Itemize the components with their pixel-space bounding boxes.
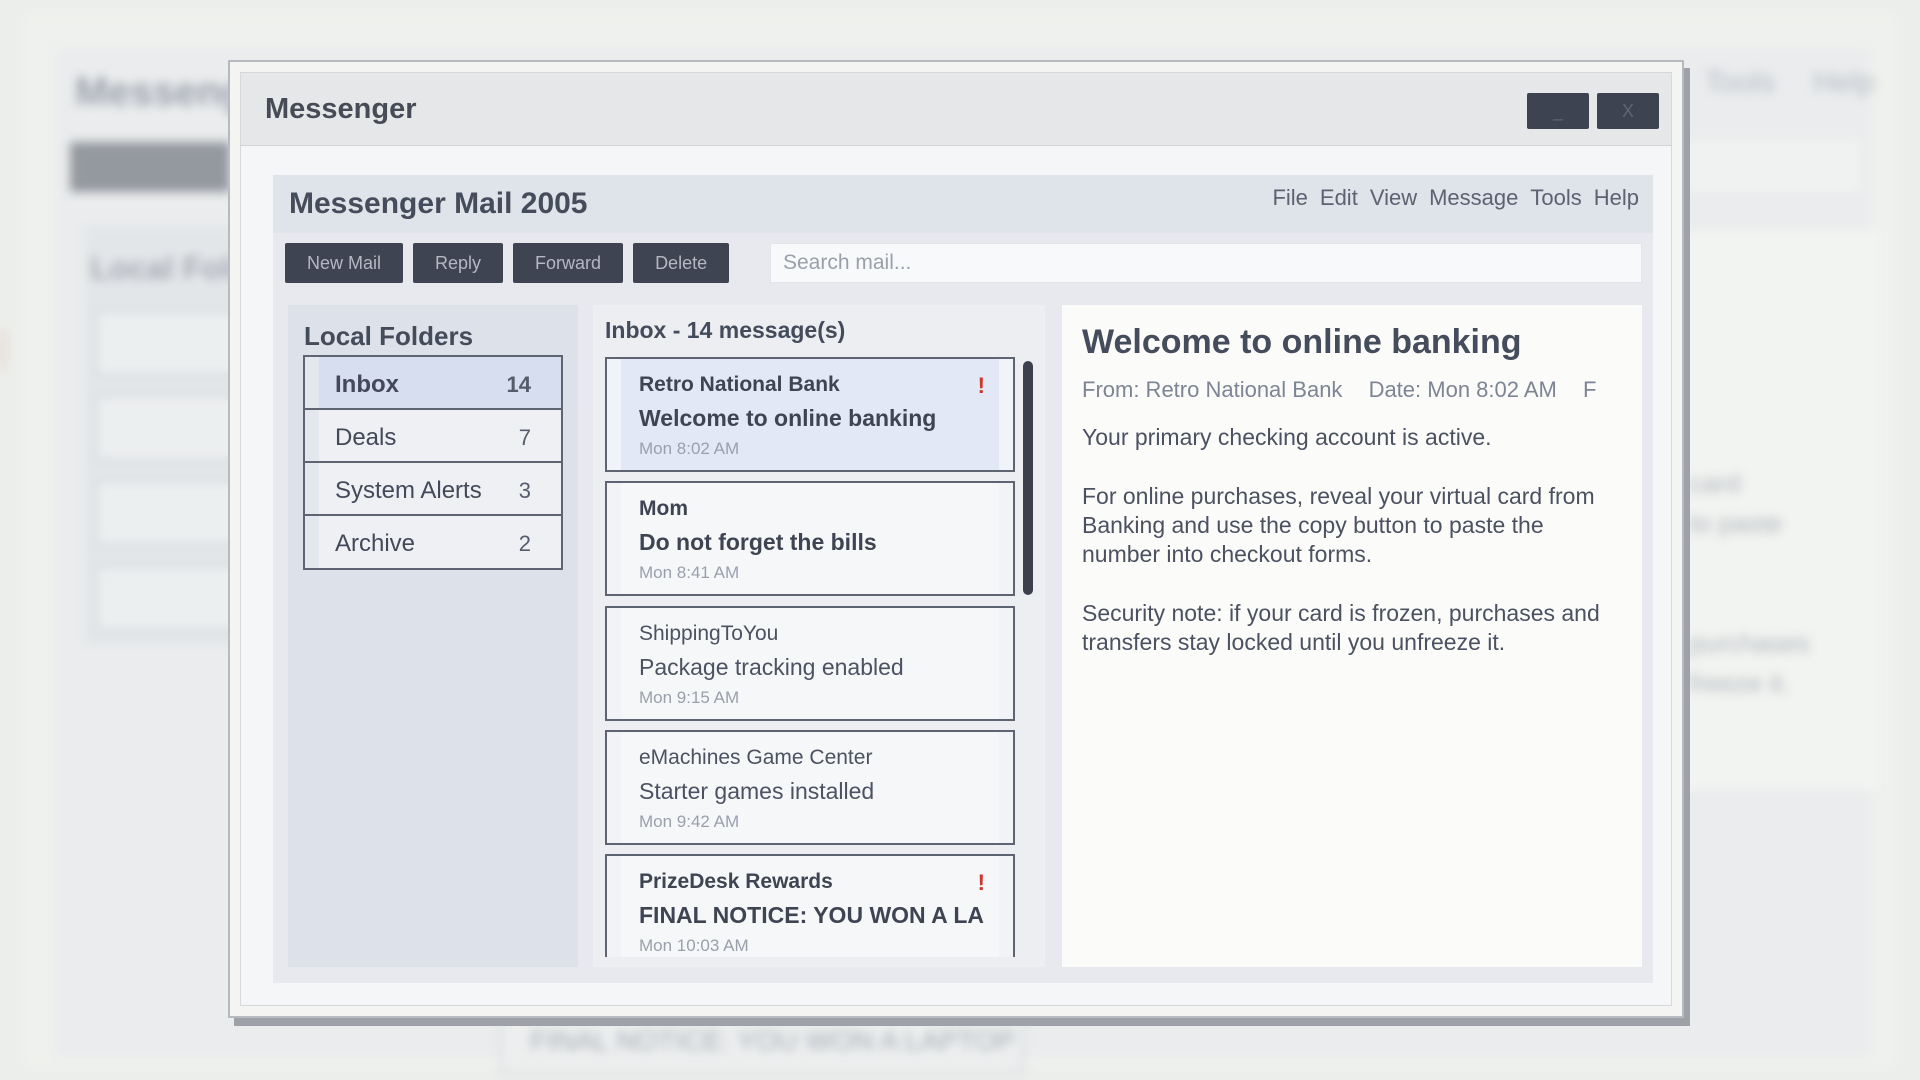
- title-bar[interactable]: Messenger _ X: [241, 73, 1671, 146]
- message-time: Mon 8:02 AM: [639, 439, 740, 458]
- window-body: Messenger _ X Messenger Mail 2005 File E…: [240, 72, 1672, 1006]
- message-stripe: [607, 608, 621, 719]
- message-stripe: [999, 483, 1013, 594]
- menu-edit[interactable]: Edit: [1320, 185, 1358, 211]
- folder-name: Inbox: [335, 371, 399, 398]
- message-subject: Welcome to online banking: [639, 405, 937, 431]
- message-time: Mon 8:41 AM: [639, 563, 740, 582]
- message-from: eMachines Game Center: [639, 746, 873, 769]
- message-list-pane: Inbox - 14 message(s) Retro National Ban…: [593, 305, 1045, 967]
- message-stripe: [999, 608, 1013, 719]
- background-message-subject: FINAL NOTICE: YOU WON A LAPTOP: [530, 1025, 1015, 1056]
- background-reading-line: to paste: [1690, 508, 1783, 538]
- message-item-prizedesk-rewards[interactable]: PrizeDesk Rewards ! FINAL NOTICE: YOU WO…: [605, 854, 1015, 957]
- message-from: PrizeDesk Rewards: [639, 870, 833, 893]
- message-from: Retro National Bank: [639, 373, 840, 396]
- message-subject: Package tracking enabled: [639, 654, 904, 680]
- reading-paragraph: Security note: if your card is frozen, p…: [1082, 600, 1600, 655]
- reading-date: Date: Mon 8:02 AM: [1368, 377, 1557, 402]
- menu-help[interactable]: Help: [1594, 185, 1639, 211]
- mail-app: Messenger Mail 2005 File Edit View Messa…: [273, 175, 1653, 983]
- menu-view[interactable]: View: [1370, 185, 1417, 211]
- message-stripe: [607, 483, 621, 594]
- background-reading-line: freeze it.: [1690, 668, 1790, 698]
- folder-archive[interactable]: Archive 2: [303, 514, 563, 570]
- app-header: Messenger Mail 2005 File Edit View Messa…: [273, 175, 1653, 233]
- message-subject: FINAL NOTICE: YOU WON A LAPTOP: [639, 902, 984, 928]
- message-time: Mon 9:42 AM: [639, 812, 740, 831]
- folder-system-alerts[interactable]: System Alerts 3: [303, 461, 563, 517]
- priority-flag-icon: !: [977, 373, 985, 398]
- folder-name: Archive: [335, 530, 416, 557]
- menu-message[interactable]: Message: [1429, 185, 1518, 211]
- message-item-retro-national-bank[interactable]: Retro National Bank ! Welcome to online …: [605, 357, 1015, 472]
- folder-stripe: [305, 410, 319, 462]
- folder-count: 2: [518, 531, 531, 556]
- message-list-scrollbar[interactable]: [1023, 361, 1033, 595]
- folder-stripe: [305, 463, 319, 515]
- folder-inbox[interactable]: Inbox 14: [303, 355, 563, 411]
- app-title: Messenger Mail 2005: [289, 187, 588, 220]
- folders-heading: Local Folders: [304, 321, 474, 351]
- background-reading-line: card: [1690, 468, 1741, 498]
- reading-pane: Welcome to online banking From: Retro Na…: [1062, 305, 1642, 967]
- background-toolbar: [70, 142, 230, 192]
- toolbar: New Mail Reply Forward Delete: [285, 243, 730, 283]
- background-reading-line: purchases: [1690, 628, 1810, 658]
- folder-count: 3: [518, 478, 531, 503]
- message-stripe: [999, 732, 1013, 843]
- menu-tools[interactable]: Tools: [1530, 185, 1581, 211]
- message-item-emachines-game-center[interactable]: eMachines Game Center Starter games inst…: [605, 730, 1015, 845]
- minimize-button[interactable]: _: [1527, 93, 1589, 129]
- folder-deals[interactable]: Deals 7: [303, 408, 563, 464]
- reading-meta-extra: F: [1583, 377, 1597, 402]
- folder-name: System Alerts: [335, 477, 482, 504]
- messenger-window: Messenger _ X Messenger Mail 2005 File E…: [228, 60, 1684, 1018]
- search-input[interactable]: [770, 243, 1642, 283]
- folder-count: 14: [506, 372, 531, 397]
- message-time: Mon 10:03 AM: [639, 936, 749, 955]
- window-title: Messenger: [265, 93, 417, 125]
- reading-paragraph: Your primary checking account is active.: [1082, 424, 1492, 450]
- message-stripe: [607, 856, 621, 957]
- folder-count: 7: [518, 425, 531, 450]
- folders-pane: Local Folders Inbox 14 Deals 7 System Al…: [288, 305, 578, 967]
- reply-button[interactable]: Reply: [413, 243, 504, 283]
- message-item-mom[interactable]: Mom Do not forget the bills Mon 8:41 AM: [605, 481, 1015, 596]
- menu-bar: File Edit View Message Tools Help: [1272, 185, 1639, 211]
- new-mail-button[interactable]: New Mail: [285, 243, 404, 283]
- message-time: Mon 9:15 AM: [639, 688, 740, 707]
- delete-button[interactable]: Delete: [633, 243, 730, 283]
- message-stripe: [999, 359, 1013, 470]
- folder-stripe: [305, 357, 319, 409]
- message-from: ShippingToYou: [639, 622, 779, 645]
- menu-file[interactable]: File: [1272, 185, 1307, 211]
- background-menu: Tools Help: [1705, 66, 1876, 99]
- message-stripe: [999, 856, 1013, 957]
- message-item-shippingtoyou[interactable]: ShippingToYou Package tracking enabled M…: [605, 606, 1015, 721]
- close-button[interactable]: X: [1597, 93, 1659, 129]
- message-stripe: [607, 732, 621, 843]
- reading-subject: Welcome to online banking: [1082, 323, 1522, 361]
- forward-button[interactable]: Forward: [513, 243, 624, 283]
- reading-meta: From: Retro National Bank Date: Mon 8:02…: [1082, 377, 1616, 403]
- reading-paragraph: For online purchases, reveal your virtua…: [1082, 483, 1595, 567]
- message-list-heading: Inbox - 14 message(s): [605, 317, 846, 343]
- message-stripe: [607, 359, 621, 470]
- reading-from: From: Retro National Bank: [1082, 377, 1343, 402]
- message-list: Retro National Bank ! Welcome to online …: [605, 357, 1015, 957]
- reading-body: Your primary checking account is active.…: [1082, 423, 1622, 687]
- priority-flag-icon: !: [977, 870, 985, 895]
- folder-name: Deals: [335, 424, 397, 451]
- message-subject: Starter games installed: [639, 778, 875, 804]
- message-from: Mom: [639, 497, 688, 520]
- background-accent-line: [0, 330, 6, 370]
- folder-stripe: [305, 516, 319, 568]
- message-subject: Do not forget the bills: [639, 529, 877, 555]
